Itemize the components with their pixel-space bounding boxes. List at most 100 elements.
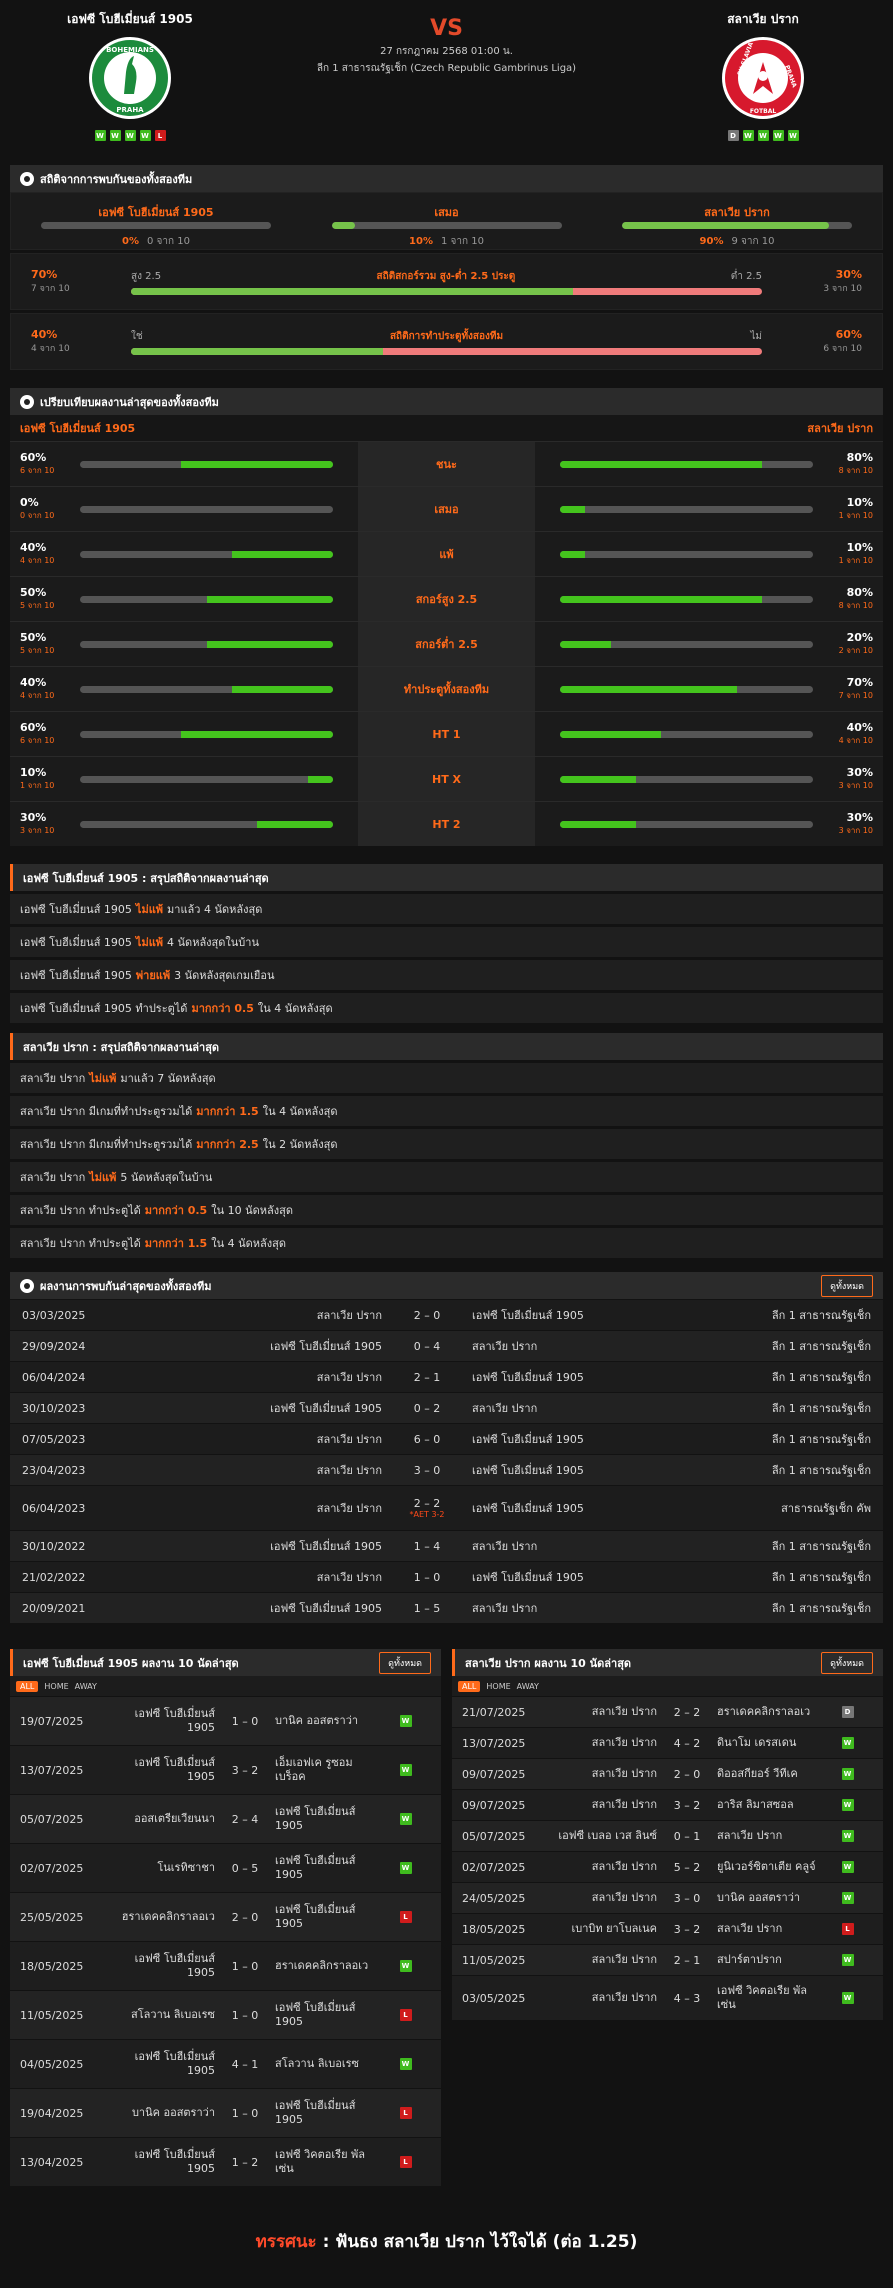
compare-label: HT 1 [358,712,535,756]
match-date: 19/04/2025 [20,2106,84,2120]
compare-away-value: 10% 1 จาก 10 [813,541,873,567]
home-team: เอฟซี โบฮีเมี่ยนส์ 1905 [134,2050,215,2077]
view-all-button[interactable]: ดูทั้งหมด [821,1651,873,1674]
list-item[interactable]: 11/05/2025 สโลวาน ลิเบอเรซ 1 – 0 เอฟซี โบฮี… [10,1991,441,2039]
table-row[interactable]: 06/04/2023 สลาเวีย ปราก 2 – 2 *AET 3-2 เอฟซี… [10,1486,883,1530]
list-item[interactable]: 03/05/2025 สลาเวีย ปราก 4 – 3 เอฟซี วิคตอเร… [452,1976,883,2020]
table-row[interactable]: 03/03/2025 สลาเวีย ปราก 2 – 0 เอฟซี โบฮีเมี… [10,1300,883,1330]
away-last10-header: สลาเวีย ปราก ผลงาน 10 นัดล่าสุด ดูทั้งหมด [452,1649,883,1676]
league-name: ลีก 1 สาธารณรัฐเช็ก [771,1340,871,1353]
compare-away-bar [560,460,813,468]
list-item[interactable]: 02/07/2025 โนเรทิซาชา 0 – 5 เอฟซี โบฮีเมี่ย… [10,1844,441,1892]
compare-header: เปรียบเทียบผลงานล่าสุดของทั้งสองทีม [10,388,883,415]
compare-home-of: 0 จาก 10 [20,511,55,520]
compare-away-side: 80% 8 จาก 10 [535,442,883,486]
compare-away-value: 70% 7 จาก 10 [813,676,873,702]
compare-away-of: 1 จาก 10 [838,556,873,565]
compare-home-pct: 40% [20,676,47,689]
match-date: 21/02/2022 [22,1570,86,1584]
list-item[interactable]: 13/04/2025 เอฟซี โบฮีเมี่ยนส์ 1905 1 – 2 เอ… [10,2138,441,2186]
list-item[interactable]: 09/07/2025 สลาเวีย ปราก 2 – 0 ดิออสกียอร์ ว… [452,1759,883,1789]
page: เอฟซี โบฮีเมี่ยนส์ 1905 BOHEMIANS PRAHA … [0,0,893,2288]
away-team: เอฟซี วิคตอเรีย พัลเซ่น [717,1984,808,2011]
match-date: 02/07/2025 [462,1860,526,1874]
compare-home-pct: 60% [20,451,47,464]
away-team: สลาเวีย ปราก [472,1340,538,1353]
compare-away-of: 7 จาก 10 [838,691,873,700]
score-text: 3 – 0 [413,1463,441,1477]
home-team[interactable]: เอฟซี โบฮีเมี่ยนส์ 1905 BOHEMIANS PRAHA … [10,10,250,141]
compare-away-of: 3 จาก 10 [838,826,873,835]
league-name: ลีก 1 สาธารณรัฐเช็ก [771,1540,871,1553]
home-team: สลาเวีย ปราก [591,1798,657,1811]
btts-right-label: ไม่ [750,330,762,342]
away-last10: สลาเวีย ปราก ผลงาน 10 นัดล่าสุด ดูทั้งหมด… [452,1649,883,2186]
match-score: 0 – 4 [382,1340,472,1353]
list-item[interactable]: 04/05/2025 เอฟซี โบฮีเมี่ยนส์ 1905 4 – 1 สโ… [10,2040,441,2088]
compare-away-of: 2 จาก 10 [838,646,873,655]
home-logo-line-2: PRAHA [116,106,144,114]
table-row[interactable]: 07/05/2023 สลาเวีย ปราก 6 – 0 เอฟซี โบฮีเมี… [10,1424,883,1454]
compare-home-side: 50% 5 จาก 10 [10,622,358,666]
away-team: สปาร์ตาปราก [717,1953,782,1966]
away-team[interactable]: สลาเวีย ปราก SK SLAVIA PRAHA FOTBAL DWWW… [643,10,883,141]
compare-label: เสมอ [358,487,535,531]
result-badge: L [841,1923,854,1935]
tab-all[interactable]: ALL [458,1680,481,1692]
list-item[interactable]: 05/07/2025 เอฟซี เบลอ เวส ลินซ์ 0 – 1 สลาเว… [452,1821,883,1851]
score-text: 1 – 4 [413,1539,441,1553]
summary-subject: สลาเวีย ปราก [20,1171,86,1184]
result-badge: W [399,2058,412,2070]
list-item[interactable]: 18/05/2025 เบาบิท ยาโบลเนค 3 – 2 สลาเวีย ปร… [452,1914,883,1944]
compare-away-bar [560,550,813,558]
away-team: เอฟซี โบฮีเมี่ยนส์ 1905 [275,1805,356,1832]
home-team: เอฟซี โบฮีเมี่ยนส์ 1905 [134,2148,215,2175]
home-team: สลาเวีย ปราก [316,1433,382,1446]
table-row[interactable]: 06/04/2024 สลาเวีย ปราก 2 – 1 เอฟซี โบฮีเมี… [10,1362,883,1392]
list-item[interactable]: 13/07/2025 สลาเวีย ปราก 4 – 2 ดินาโม เดรสเด… [452,1728,883,1758]
view-all-button[interactable]: ดูทั้งหมด [379,1651,431,1674]
tab-all[interactable]: ALL [16,1680,39,1692]
compare-away-value: 10% 1 จาก 10 [813,496,873,522]
summary-highlight: มากกว่า 0.5 [144,1204,208,1217]
table-row[interactable]: 21/02/2022 สลาเวีย ปราก 1 – 0 เอฟซี โบฮีเมี… [10,1562,883,1592]
list-item[interactable]: 21/07/2025 สลาเวีย ปราก 2 – 2 ฮราเดคคลิกราล… [452,1697,883,1727]
table-row[interactable]: 29/09/2024 เอฟซี โบฮีเมี่ยนส์ 1905 0 – 4 สล… [10,1331,883,1361]
list-item[interactable]: 19/07/2025 เอฟซี โบฮีเมี่ยนส์ 1905 1 – 0 บา… [10,1697,441,1745]
list-item[interactable]: 11/05/2025 สลาเวีย ปราก 2 – 1 สปาร์ตาปราก W [452,1945,883,1975]
compare-label: สกอร์สูง 2.5 [358,577,535,621]
league-name: ลีก 1 สาธารณรัฐเช็ก [771,1309,871,1322]
home-last10: เอฟซี โบฮีเมี่ยนส์ 1905 ผลงาน 10 นัดล่าส… [10,1649,441,2186]
tab-away[interactable]: AWAY [517,1682,539,1691]
compare-label: ชนะ [358,442,535,486]
list-item[interactable]: 19/04/2025 บานิค ออสตราว่า 1 – 0 เอฟซี โบฮี… [10,2089,441,2137]
home-team: สลาเวีย ปราก [316,1309,382,1322]
list-item[interactable]: 05/07/2025 ออสเตรียเวียนนา 2 – 4 เอฟซี โบฮี… [10,1795,441,1843]
away-team: เอฟซี โบฮีเมี่ยนส์ 1905 [472,1371,584,1384]
list-item[interactable]: 18/05/2025 เอฟซี โบฮีเมี่ยนส์ 1905 1 – 0 ฮร… [10,1942,441,1990]
list-item[interactable]: 24/05/2025 สลาเวีย ปราก 3 – 0 บานิค ออสตราว… [452,1883,883,1913]
match-date: 25/05/2025 [20,1910,84,1924]
table-row[interactable]: 30/10/2022 เอฟซี โบฮีเมี่ยนส์ 1905 1 – 4 สล… [10,1531,883,1561]
compare-away-side: 70% 7 จาก 10 [535,667,883,711]
table-row[interactable]: 30/10/2023 เอฟซี โบฮีเมี่ยนส์ 1905 0 – 2 สล… [10,1393,883,1423]
form-badge: W [757,130,769,141]
compare-away-side: 10% 1 จาก 10 [535,532,883,576]
match-date: 06/04/2023 [22,1501,86,1515]
tab-home[interactable]: HOME [44,1682,68,1691]
home-summary-list: เอฟซี โบฮีเมี่ยนส์ 1905 ไม่แพ้ มาแล้ว 4 นั… [10,894,883,1023]
table-row[interactable]: 23/04/2023 สลาเวีย ปราก 3 – 0 เอฟซี โบฮีเมี… [10,1455,883,1485]
view-all-button[interactable]: ดูทั้งหมด [821,1274,873,1297]
away-team: เอฟซี โบฮีเมี่ยนส์ 1905 [275,1903,356,1930]
result-cell: W [380,1764,431,1776]
list-item[interactable]: 13/07/2025 เอฟซี โบฮีเมี่ยนส์ 1905 3 – 2 เอ… [10,1746,441,1794]
match-date: 06/04/2024 [22,1370,86,1384]
table-row[interactable]: 20/09/2021 เอฟซี โบฮีเมี่ยนส์ 1905 1 – 5 สล… [10,1593,883,1623]
compare-rows: 60% 6 จาก 10 ชนะ 80% 8 จาก 10 0% 0 จาก 10 เสมอ 1… [10,441,883,846]
list-item[interactable]: 09/07/2025 สลาเวีย ปราก 3 – 2 อาริส ลิมาสซอ… [452,1790,883,1820]
tab-away[interactable]: AWAY [75,1682,97,1691]
tab-home[interactable]: HOME [486,1682,510,1691]
list-item[interactable]: 25/05/2025 ฮราเดคคลิกราลอเว 2 – 0 เอฟซี โบฮ… [10,1893,441,1941]
compare-home-name: เอฟซี โบฮีเมี่ยนส์ 1905 [20,422,136,435]
list-item[interactable]: 02/07/2025 สลาเวีย ปราก 5 – 2 ยูนิเวอร์ซิตา… [452,1852,883,1882]
